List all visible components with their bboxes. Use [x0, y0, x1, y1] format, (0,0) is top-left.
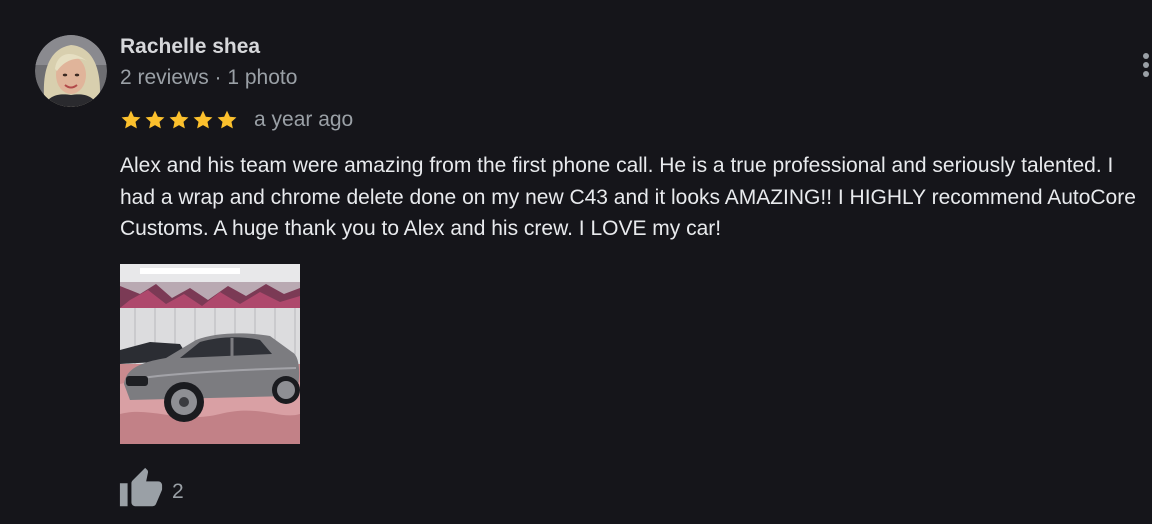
thumb-up-icon: [119, 467, 163, 507]
car-photo: [120, 264, 300, 444]
review-card: Rachelle shea 2 reviews · 1 photo a year…: [0, 0, 1152, 524]
reviewer-name[interactable]: Rachelle shea: [120, 35, 260, 59]
like-button[interactable]: [118, 466, 164, 512]
star-icon: [193, 110, 213, 129]
star-icon: [145, 110, 165, 129]
review-text: Alex and his team were amazing from the …: [120, 154, 1136, 240]
reviewer-stats[interactable]: 2 reviews · 1 photo: [120, 66, 297, 90]
reviewer-avatar[interactable]: [35, 35, 107, 107]
review-time: a year ago: [254, 108, 354, 131]
star-rating: [120, 109, 238, 131]
avatar-image: [35, 35, 107, 107]
star-icon: [121, 110, 141, 129]
like-count: 2: [172, 480, 184, 503]
review-photo[interactable]: [120, 264, 300, 444]
rating-row: a year ago: [120, 106, 353, 134]
star-icon: [169, 110, 189, 129]
more-vert-icon: [1143, 53, 1149, 77]
star-icon: [217, 110, 237, 129]
more-options-button[interactable]: [1134, 50, 1152, 80]
